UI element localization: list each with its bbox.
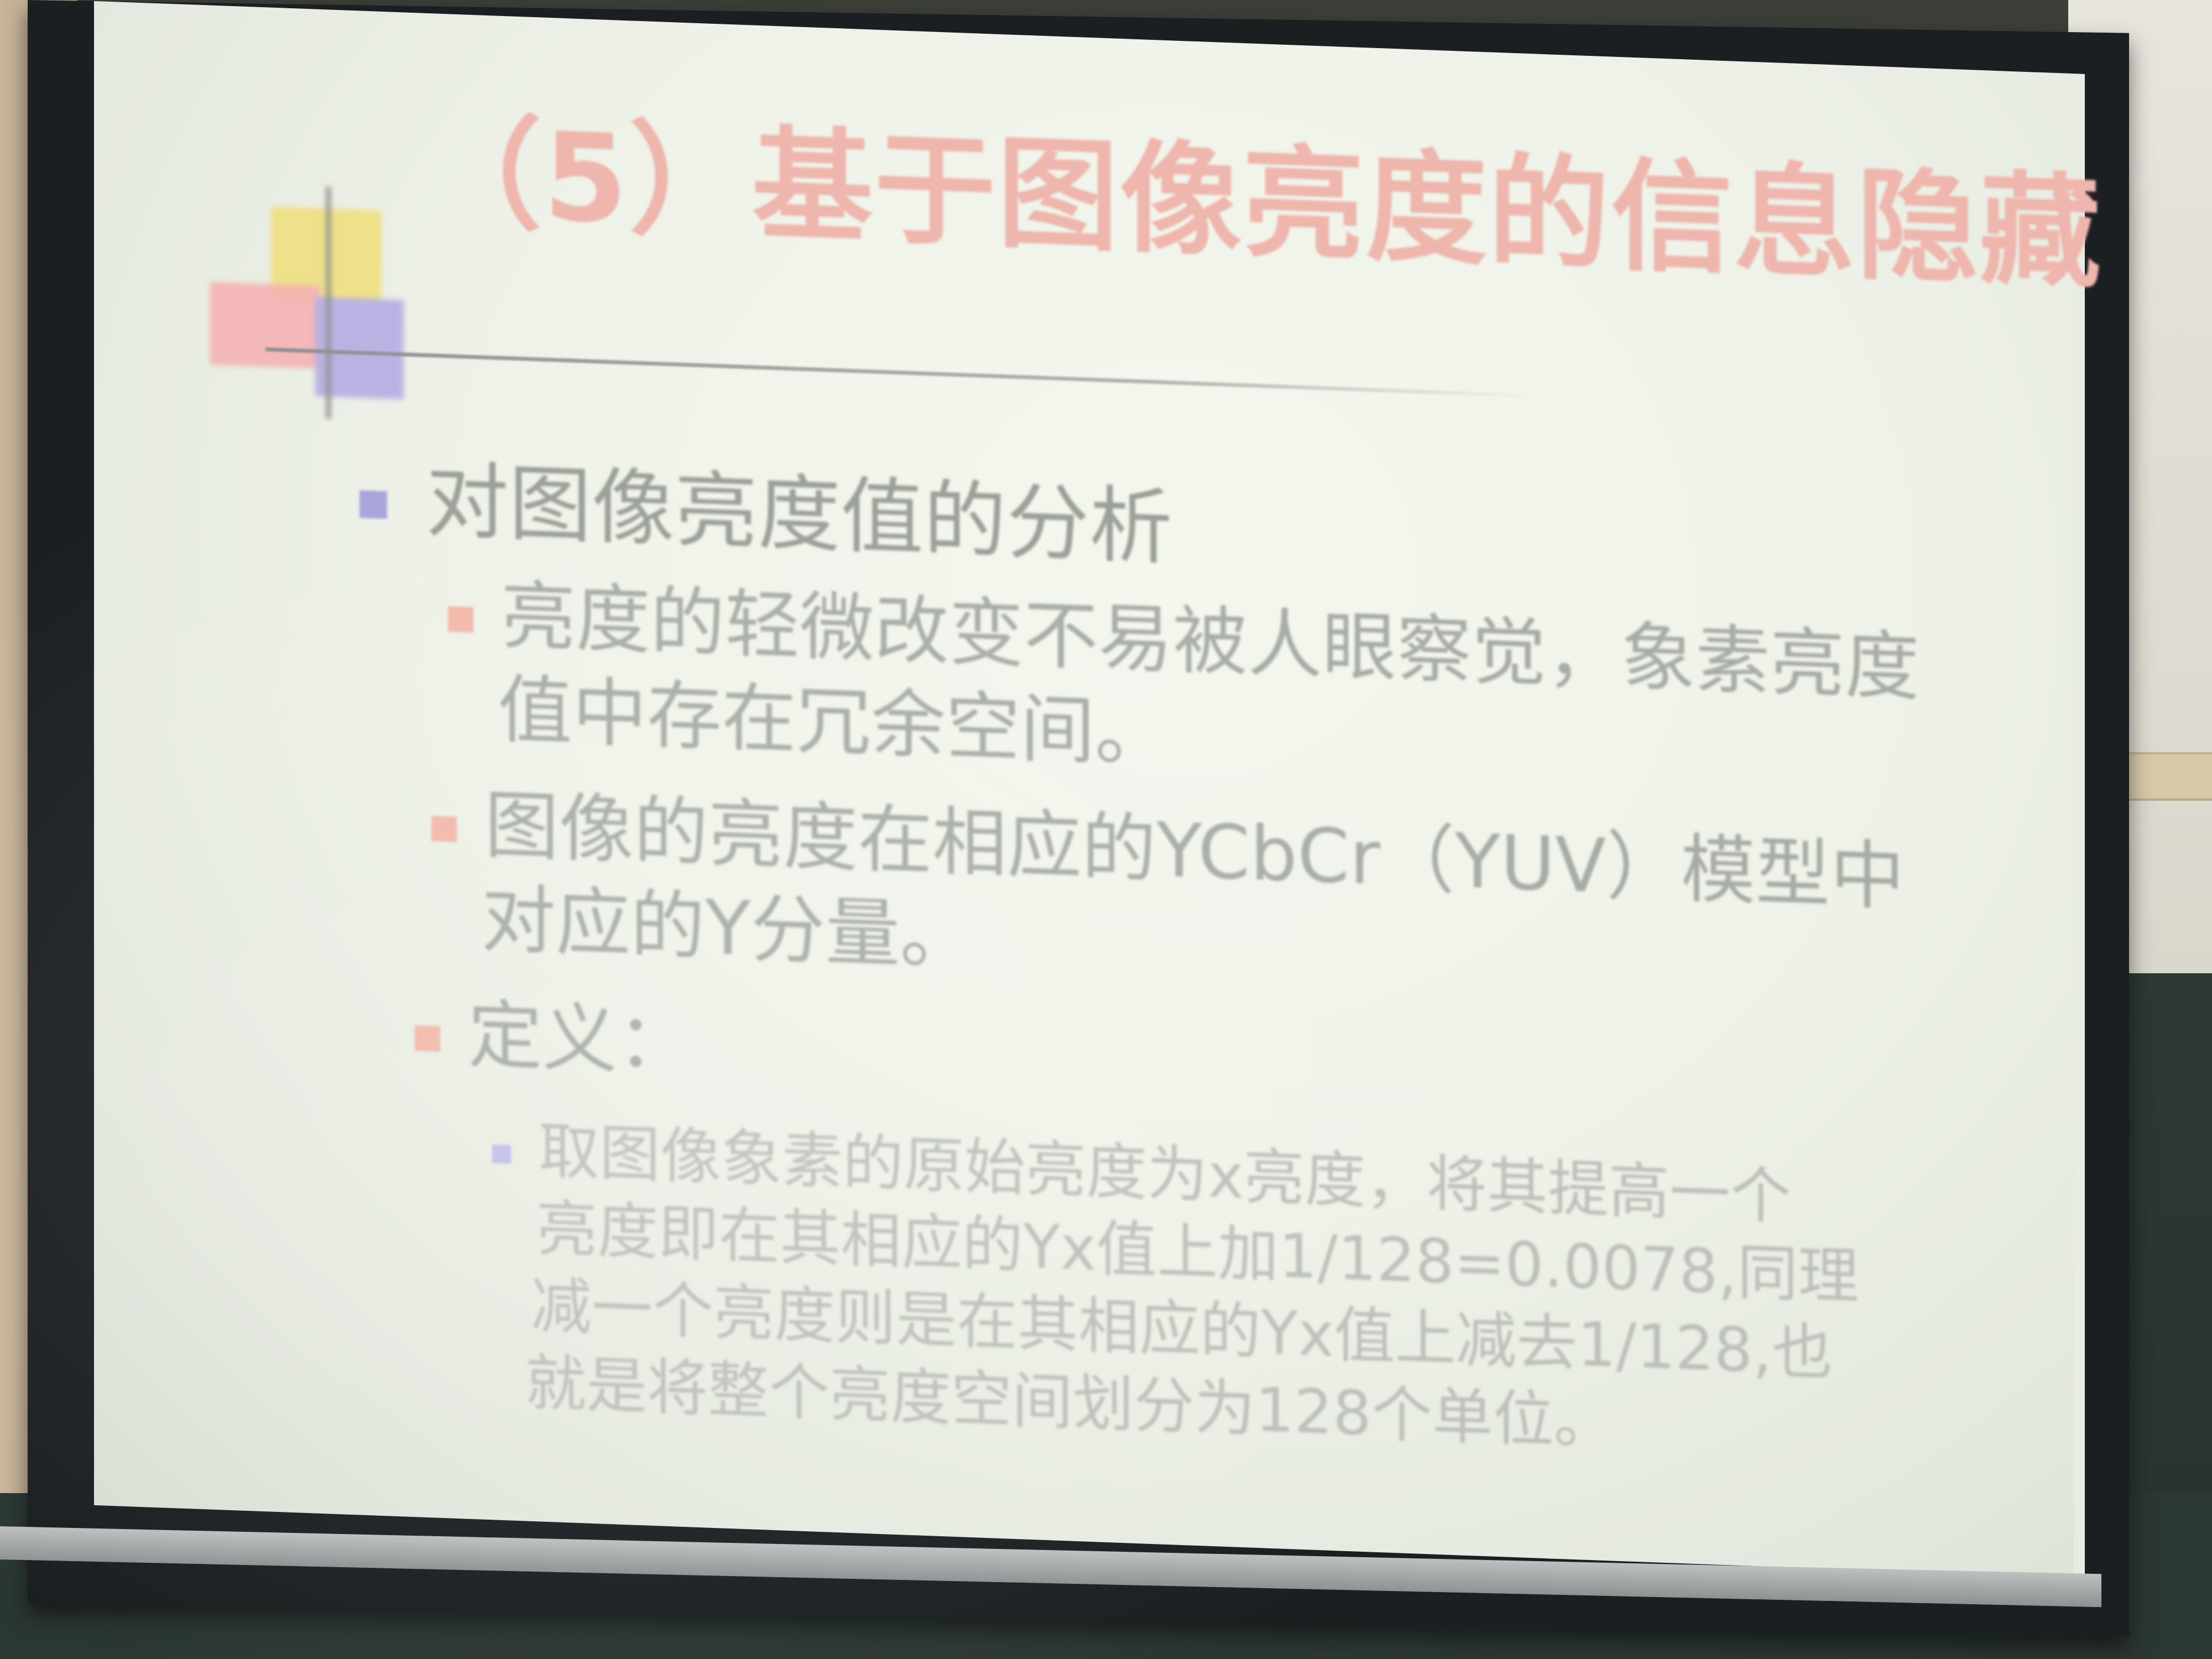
bullet-square-icon bbox=[359, 490, 387, 519]
bullet-square-icon bbox=[492, 1144, 511, 1164]
projector-screen-frame: （5）基于图像亮度的信息隐藏 对图像亮度值的分析 亮度的轻微改变不易被人眼察觉，… bbox=[28, 0, 2129, 1637]
bullet-square-icon bbox=[448, 606, 473, 633]
point-2-line-2: 对应的Y分量。 bbox=[481, 875, 975, 981]
bullet-square-icon bbox=[431, 816, 457, 842]
slide-decoration bbox=[188, 181, 409, 422]
bullet-heading: 对图像亮度值的分析 bbox=[359, 431, 1172, 581]
bullet-point-3: 定义： bbox=[415, 986, 692, 1090]
classroom-photo: （5）基于图像亮度的信息隐藏 对图像亮度值的分析 亮度的轻微改变不易被人眼察觉，… bbox=[0, 0, 2212, 1659]
bullet-square-icon bbox=[415, 1025, 440, 1052]
deco-vertical-line bbox=[326, 186, 331, 419]
heading-text: 对图像亮度值的分析 bbox=[426, 452, 1173, 577]
title-divider bbox=[265, 347, 1537, 398]
projected-slide: （5）基于图像亮度的信息隐藏 对图像亮度值的分析 亮度的轻微改变不易被人眼察觉，… bbox=[94, 1, 2102, 1578]
slide-title: （5）基于图像亮度的信息隐藏 bbox=[420, 101, 2103, 305]
point-3-line-1: 定义： bbox=[468, 991, 692, 1087]
deco-red-square bbox=[210, 281, 321, 369]
point-2-continuation: 对应的Y分量。 bbox=[481, 873, 974, 985]
